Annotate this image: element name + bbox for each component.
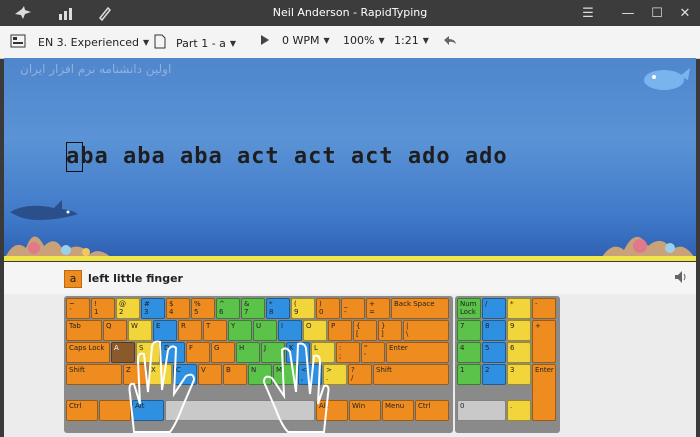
- coral-reef-icon: [600, 236, 696, 260]
- left-hand-outline: [128, 340, 196, 433]
- key-2[interactable]: @ 2: [116, 298, 140, 319]
- key-capslock[interactable]: Caps Lock: [66, 342, 110, 363]
- finger-hint: a left little finger: [4, 262, 696, 294]
- play-icon: [260, 34, 270, 49]
- key-enter[interactable]: Enter: [386, 342, 449, 363]
- key-rctrl[interactable]: Ctrl: [415, 400, 449, 421]
- undo-button[interactable]: [442, 34, 458, 49]
- key-num-9[interactable]: 9: [507, 320, 531, 341]
- lesson-panel: اولین دانشنامه نرم افزار ایران aba aba a…: [4, 58, 696, 260]
- progress-strip: [4, 256, 696, 261]
- chevron-down-icon: ▼: [229, 38, 237, 48]
- zoom-selector[interactable]: 100% ▼: [343, 34, 385, 47]
- document-icon: [154, 34, 166, 52]
- chevron-down-icon: ▼: [378, 36, 385, 45]
- key-lbracket[interactable]: { [: [353, 320, 377, 341]
- toolbar: EN 3. Experienced ▼ Part 1 - a ▼ 0 WPM ▼…: [0, 26, 700, 59]
- chevron-down-icon: ▼: [143, 38, 150, 47]
- key-9[interactable]: ( 9: [291, 298, 315, 319]
- keyboard-icon: [10, 34, 26, 51]
- key-num-3[interactable]: 3: [507, 364, 531, 385]
- key-8[interactable]: * 8: [266, 298, 290, 319]
- zoom-label: 100%: [343, 34, 375, 47]
- key-num-decimal[interactable]: .: [507, 400, 531, 421]
- time-label: 1:21: [394, 34, 419, 47]
- key-num-4[interactable]: 4: [457, 342, 481, 363]
- key-tab[interactable]: Tab: [66, 320, 102, 341]
- course-label: EN 3. Experienced: [38, 36, 139, 49]
- key-num-divide[interactable]: /: [482, 298, 506, 319]
- key-3[interactable]: # 3: [141, 298, 165, 319]
- chevron-down-icon: ▼: [422, 36, 429, 45]
- speed-selector[interactable]: 0 WPM ▼: [282, 34, 330, 47]
- undo-icon: [442, 34, 458, 49]
- watermark: اولین دانشنامه نرم افزار ایران: [20, 62, 172, 76]
- keyboard-area: ~ ` ! 1 @ 2 # 3 $ 4 % 5 ^ 6 & 7 * 8 ( 9 …: [4, 294, 696, 437]
- hint-key: a: [64, 270, 82, 288]
- key-num-enter[interactable]: Enter: [532, 364, 556, 421]
- key-backspace[interactable]: Back Space: [391, 298, 449, 319]
- key-7[interactable]: & 7: [241, 298, 265, 319]
- key-semicolon[interactable]: : ;: [336, 342, 360, 363]
- key-num-plus[interactable]: +: [532, 320, 556, 363]
- key-menu[interactable]: Menu: [382, 400, 414, 421]
- whale-icon: [644, 68, 690, 90]
- key-num-6[interactable]: 6: [507, 342, 531, 363]
- maximize-button[interactable]: ☐: [646, 3, 668, 23]
- key-slash[interactable]: ? /: [348, 364, 372, 385]
- key-num-multiply[interactable]: *: [507, 298, 531, 319]
- key-g[interactable]: G: [211, 342, 235, 363]
- key-num-5[interactable]: 5: [482, 342, 506, 363]
- key-minus[interactable]: _ -: [341, 298, 365, 319]
- key-num-1[interactable]: 1: [457, 364, 481, 385]
- key-numlock[interactable]: Num Lock: [457, 298, 481, 319]
- key-num-2[interactable]: 2: [482, 364, 506, 385]
- coral-reef-icon: [4, 236, 114, 260]
- key-quote[interactable]: " ': [361, 342, 385, 363]
- key-backtick[interactable]: ~ `: [66, 298, 90, 319]
- key-lctrl[interactable]: Ctrl: [66, 400, 98, 421]
- key-backslash[interactable]: | \: [403, 320, 449, 341]
- numpad: Num Lock / * - 7 8 9 + 4 5 6 1 2 3 Enter…: [455, 296, 560, 433]
- key-num-minus[interactable]: -: [532, 298, 556, 319]
- right-hand-outline: [262, 342, 330, 433]
- time-selector[interactable]: 1:21 ▼: [394, 34, 429, 47]
- key-1[interactable]: ! 1: [91, 298, 115, 319]
- title-bar: Neil Anderson - RapidTyping ☰ — ☐ ✕: [0, 0, 700, 26]
- key-num-7[interactable]: 7: [457, 320, 481, 341]
- volume-icon[interactable]: [674, 270, 688, 288]
- key-equals[interactable]: + =: [366, 298, 390, 319]
- close-button[interactable]: ✕: [674, 3, 696, 23]
- key-0[interactable]: ) 0: [316, 298, 340, 319]
- key-num-8[interactable]: 8: [482, 320, 506, 341]
- key-rwin[interactable]: Win: [349, 400, 381, 421]
- part-selector[interactable]: Part 1 - a ▼: [154, 34, 236, 52]
- key-rbracket[interactable]: } ]: [378, 320, 402, 341]
- key-rshift[interactable]: Shift: [373, 364, 449, 385]
- key-5[interactable]: % 5: [191, 298, 215, 319]
- key-4[interactable]: $ 4: [166, 298, 190, 319]
- key-6[interactable]: ^ 6: [216, 298, 240, 319]
- hint-finger: left little finger: [88, 272, 183, 285]
- minimize-button[interactable]: —: [617, 3, 639, 23]
- part-label: Part 1 - a: [176, 36, 226, 50]
- course-selector[interactable]: EN 3. Experienced ▼: [10, 34, 149, 51]
- lesson-text: aba aba aba act act act ado ado: [66, 144, 508, 169]
- key-num-0[interactable]: 0: [457, 400, 506, 421]
- speed-label: 0 WPM: [282, 34, 320, 47]
- play-button[interactable]: [260, 34, 270, 49]
- chevron-down-icon: ▼: [323, 36, 330, 45]
- key-lshift[interactable]: Shift: [66, 364, 122, 385]
- menu-icon[interactable]: ☰: [577, 3, 599, 23]
